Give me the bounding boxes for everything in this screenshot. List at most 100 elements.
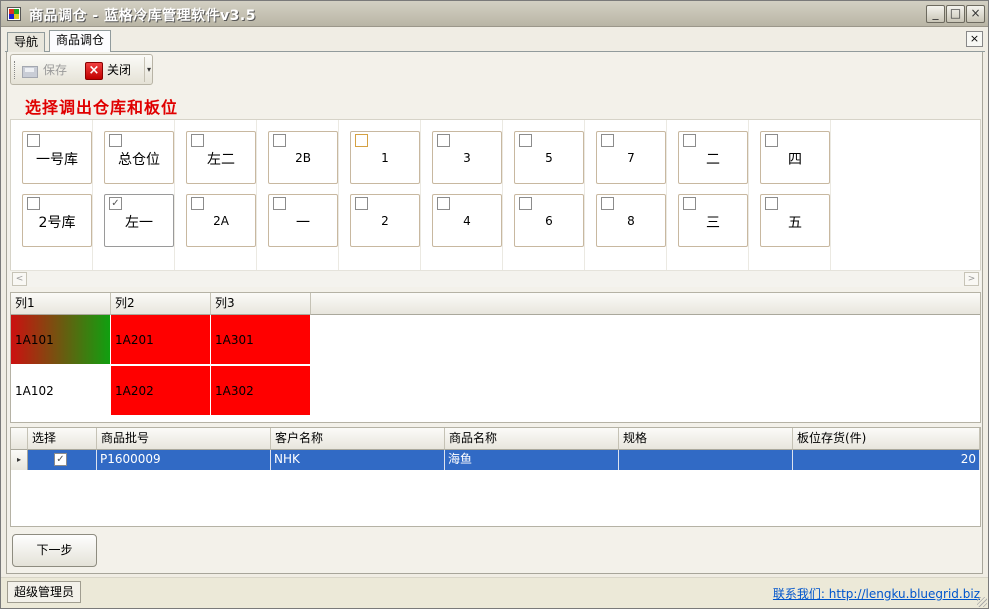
toolbar-dropdown-button[interactable]: ▾ [144, 57, 153, 82]
location-checkbox[interactable] [437, 134, 450, 147]
location-toggle[interactable]: 左二 [186, 131, 256, 184]
rack-cell[interactable]: 1A201 [111, 315, 211, 365]
close-window-button[interactable]: × [966, 5, 985, 23]
location-toggle[interactable]: 6 [514, 194, 584, 247]
resize-grip[interactable] [977, 597, 987, 607]
rack-column-header[interactable]: 列1 [11, 293, 111, 315]
stock-column-header[interactable]: 规格 [619, 428, 793, 450]
location-label: 左二 [207, 152, 235, 168]
toolbar-grip[interactable] [14, 61, 16, 79]
location-checkbox[interactable] [437, 197, 450, 210]
location-toggle[interactable]: 总仓位 [104, 131, 174, 184]
location-checkbox[interactable] [27, 134, 40, 147]
tab-navigation[interactable]: 导航 [7, 32, 46, 52]
location-toggle[interactable]: 4 [432, 194, 502, 247]
status-bar: 超级管理员 联系我们: http://lengku.bluegrid.biz [1, 577, 988, 608]
location-scrollbar[interactable]: < > [10, 270, 981, 287]
location-toggle[interactable]: 1 [350, 131, 420, 184]
location-checkbox[interactable] [27, 197, 40, 210]
location-checkbox[interactable] [765, 134, 778, 147]
location-checkbox[interactable] [601, 134, 614, 147]
tab-stock-transfer[interactable]: 商品调仓 [49, 30, 112, 52]
maximize-button[interactable]: □ [946, 5, 965, 23]
rack-cell[interactable]: 1A102 [11, 366, 111, 416]
location-toggle[interactable]: ✓ 左一 [104, 194, 174, 247]
current-user-label: 超级管理员 [7, 581, 82, 603]
location-checkbox[interactable] [683, 197, 696, 210]
minimize-button[interactable]: _ [926, 5, 945, 23]
location-label: 五 [788, 215, 802, 231]
app-window: 商品调仓 - 蓝格冷库管理软件v3.5 _ □ × 导航 商品调仓 × 保存 ×… [0, 0, 989, 609]
spec-cell[interactable] [619, 450, 793, 470]
location-toggle[interactable]: 2B [268, 131, 338, 184]
location-checkbox[interactable] [109, 134, 122, 147]
location-label: 1 [381, 151, 389, 165]
select-cell[interactable]: ✓ [28, 450, 97, 470]
location-checkbox[interactable] [765, 197, 778, 210]
save-icon [21, 63, 39, 79]
location-toggle[interactable]: 三 [678, 194, 748, 247]
location-toggle[interactable]: 5 [514, 131, 584, 184]
batch-cell[interactable]: P1600009 [97, 450, 271, 470]
location-toggle[interactable]: 7 [596, 131, 666, 184]
close-button[interactable]: × 关闭 [85, 59, 131, 81]
location-toggle[interactable]: 2 [350, 194, 420, 247]
location-checkbox[interactable]: ✓ [109, 197, 122, 210]
location-checkbox[interactable] [355, 134, 368, 147]
next-step-button[interactable]: 下一步 [12, 534, 97, 567]
quantity-cell[interactable]: 20 [793, 450, 980, 470]
scroll-left-button[interactable]: < [12, 272, 27, 286]
location-panel: 一号库 2号库 总仓位 ✓ 左一 左二 2A 2B 一 1 2 3 4 5 6 7 8 二三 四五 [10, 119, 981, 287]
stock-column-header[interactable]: 商品名称 [445, 428, 619, 450]
close-tab-button[interactable]: × [966, 31, 983, 47]
rack-cell[interactable]: 1A101 [11, 315, 111, 365]
location-toggle[interactable]: 四 [760, 131, 830, 184]
close-icon: × [85, 61, 103, 80]
location-toggle[interactable]: 2号库 [22, 194, 92, 247]
stock-column-header[interactable]: 客户名称 [271, 428, 445, 450]
location-checkbox[interactable] [519, 134, 532, 147]
location-toggle[interactable]: 五 [760, 194, 830, 247]
location-checkbox[interactable] [519, 197, 532, 210]
title-bar[interactable]: 商品调仓 - 蓝格冷库管理软件v3.5 _ □ × [1, 1, 988, 27]
rack-grid: 列1 列2 列3 1A101 1A201 1A301 1A102 1A202 1A302 [10, 292, 981, 423]
location-label: 四 [788, 152, 802, 168]
row-indicator[interactable]: ▸ [11, 450, 28, 470]
rack-column-header[interactable]: 列3 [211, 293, 311, 315]
rack-column-header[interactable]: 列2 [111, 293, 211, 315]
location-checkbox[interactable] [191, 134, 204, 147]
location-toggle[interactable]: 2A [186, 194, 256, 247]
customer-cell[interactable]: NHK [271, 450, 445, 470]
location-toggle[interactable]: 一号库 [22, 131, 92, 184]
location-checkbox[interactable] [601, 197, 614, 210]
location-checkbox[interactable] [355, 197, 368, 210]
location-label: 三 [706, 215, 720, 231]
rack-cell[interactable]: 1A301 [211, 315, 311, 365]
rack-cell[interactable]: 1A202 [111, 366, 211, 416]
main-content: 保存 × 关闭 ▾ 选择调出仓库和板位 一号库 2号库 总仓位 ✓ 左一 左二 2A 2B 一 1 2… [6, 52, 983, 574]
location-label: 5 [545, 151, 553, 165]
location-checkbox[interactable] [191, 197, 204, 210]
location-toggle[interactable]: 一 [268, 194, 338, 247]
location-label: 一号库 [36, 152, 78, 168]
scroll-right-button[interactable]: > [964, 272, 979, 286]
location-label: 2号库 [38, 215, 76, 231]
contact-link[interactable]: 联系我们: http://lengku.bluegrid.biz [773, 585, 980, 602]
stock-column-header[interactable]: 选择 [28, 428, 97, 450]
location-checkbox[interactable] [273, 197, 286, 210]
stock-column-header[interactable]: 板位存货(件) [793, 428, 980, 450]
location-toggle[interactable]: 8 [596, 194, 666, 247]
location-label: 3 [463, 151, 471, 165]
stock-corner-header [11, 428, 28, 450]
location-label: 6 [545, 214, 553, 228]
location-toggle[interactable]: 3 [432, 131, 502, 184]
location-label: 左一 [125, 215, 153, 231]
location-checkbox[interactable] [273, 134, 286, 147]
stock-column-header[interactable]: 商品批号 [97, 428, 271, 450]
location-toggle[interactable]: 二 [678, 131, 748, 184]
location-checkbox[interactable] [683, 134, 696, 147]
save-button[interactable]: 保存 [21, 59, 67, 81]
select-checkbox[interactable]: ✓ [54, 453, 67, 466]
product-cell[interactable]: 海鱼 [445, 450, 619, 470]
rack-cell[interactable]: 1A302 [211, 366, 311, 416]
